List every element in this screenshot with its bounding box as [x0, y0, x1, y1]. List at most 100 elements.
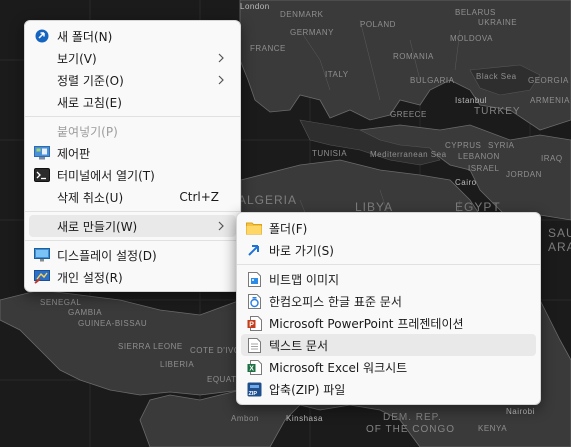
map-label: ITALY: [325, 70, 349, 79]
map-label: GERMANY: [290, 28, 334, 37]
map-label: BELARUS: [455, 8, 496, 17]
chevron-right-icon: [218, 75, 224, 85]
map-label: TURKEY: [474, 106, 521, 117]
control-panel-label: 제어판: [57, 146, 91, 161]
map-label: CYPRUS: [445, 141, 482, 150]
map-label: IRAQ: [541, 154, 563, 163]
text-document-label: 텍스트 문서: [269, 338, 329, 353]
personalize-icon: [34, 269, 50, 285]
map-label: LEBANON: [458, 152, 500, 161]
map-label: Istanbul: [455, 96, 488, 105]
map-label: EQUAT: [207, 375, 237, 384]
new-item[interactable]: 새로 만들기(W): [29, 215, 236, 237]
map-label: Mediterranean Sea: [370, 150, 447, 159]
bitmap-icon: [246, 271, 262, 287]
terminal-icon: [34, 167, 50, 183]
new-text-document-item[interactable]: 텍스트 문서: [241, 334, 536, 356]
svg-text:X: X: [249, 365, 254, 372]
map-label: MOLDOVA: [450, 34, 493, 43]
open-in-terminal-label: 터미널에서 열기(T): [57, 168, 155, 183]
chevron-right-icon: [218, 53, 224, 63]
paste-item: 붙여넣기(P): [29, 120, 236, 142]
map-label: London: [240, 2, 270, 11]
map-label: ARMENIA: [530, 96, 570, 105]
refresh-label: 새로 고침(E): [57, 95, 122, 110]
map-label: SIERRA LEONE: [118, 342, 183, 351]
refresh-item[interactable]: 새로 고침(E): [29, 91, 236, 113]
view-label: 보기(V): [57, 51, 97, 66]
new-bitmap-item[interactable]: 비트맵 이미지: [241, 268, 536, 290]
chevron-right-icon: [218, 221, 224, 231]
menu-separator: [25, 116, 240, 117]
desktop-context-menu: 새 폴더(N) 보기(V) 정렬 기준(O) 새로 고침(E) 붙여넣기(P) …: [24, 20, 241, 292]
shortcut-label: 바로 가기(S): [269, 243, 334, 258]
excel-icon: X: [246, 359, 262, 375]
svg-text:ZIP: ZIP: [248, 391, 257, 397]
zip-icon: ZIP: [246, 381, 262, 397]
map-label: SAU: [548, 226, 571, 240]
view-item[interactable]: 보기(V): [29, 47, 236, 69]
map-label: Black Sea: [476, 72, 517, 81]
map-label: DENMARK: [280, 10, 324, 19]
map-label: SYRIA: [488, 141, 515, 150]
powerpoint-icon: P: [246, 315, 262, 331]
zip-label: 압축(ZIP) 파일: [269, 382, 346, 397]
map-label: ISRAEL: [468, 164, 500, 173]
sort-by-item[interactable]: 정렬 기준(O): [29, 69, 236, 91]
display-settings-item[interactable]: 디스플레이 설정(D): [29, 244, 236, 266]
display-settings-label: 디스플레이 설정(D): [57, 248, 157, 263]
new-label: 새로 만들기(W): [57, 219, 138, 234]
menu-separator: [25, 240, 240, 241]
personalize-label: 개인 설정(R): [57, 270, 123, 285]
shortcut-arrow-icon: [246, 242, 262, 258]
map-label: Cairo: [455, 178, 477, 187]
map-label: OF THE CONGO: [366, 424, 456, 435]
map-label: GAMBIA: [68, 308, 103, 317]
new-submenu: 폴더(F) 바로 가기(S) 비트맵 이미지 한컴오피스 한글 표준 문서 P …: [236, 212, 541, 405]
menu-separator: [25, 211, 240, 212]
display-settings-icon: [34, 247, 50, 263]
menu-separator: [237, 264, 540, 265]
map-label: Kinshasa: [286, 414, 323, 423]
personalize-item[interactable]: 개인 설정(R): [29, 266, 236, 288]
map-label: LIBERIA: [160, 360, 195, 369]
bitmap-label: 비트맵 이미지: [269, 272, 340, 287]
map-label: GREECE: [390, 110, 427, 119]
map-label: BULGARIA: [410, 76, 455, 85]
folder-icon: [246, 220, 262, 236]
powerpoint-label: Microsoft PowerPoint 프레젠테이션: [269, 316, 464, 331]
control-panel-item[interactable]: 제어판: [29, 142, 236, 164]
new-folder-item[interactable]: 새 폴더(N): [29, 25, 236, 47]
new-excel-item[interactable]: X Microsoft Excel 워크시트: [241, 356, 536, 378]
hwp-label: 한컴오피스 한글 표준 문서: [269, 294, 402, 309]
paste-label: 붙여넣기(P): [57, 124, 118, 139]
map-label: GUINEA-BISSAU: [78, 319, 148, 328]
new-folder-sub-item[interactable]: 폴더(F): [241, 217, 536, 239]
map-label: SENEGAL: [40, 298, 82, 307]
map-label: Ambon: [231, 414, 259, 423]
new-powerpoint-item[interactable]: P Microsoft PowerPoint 프레젠테이션: [241, 312, 536, 334]
map-label: JORDAN: [506, 170, 542, 179]
map-label: KENYA: [478, 424, 508, 433]
map-label: FRANCE: [250, 44, 286, 53]
map-label: TUNISIA: [312, 149, 348, 158]
map-label: GEORGIA: [528, 76, 569, 85]
undo-delete-label: 삭제 취소(U): [57, 190, 124, 205]
new-zip-item[interactable]: ZIP 압축(ZIP) 파일: [241, 378, 536, 400]
map-label: ARA: [548, 240, 571, 254]
undo-delete-item[interactable]: 삭제 취소(U) Ctrl+Z: [29, 186, 236, 208]
new-hwp-item[interactable]: 한컴오피스 한글 표준 문서: [241, 290, 536, 312]
undo-shortcut: Ctrl+Z: [179, 190, 219, 204]
map-label: UKRAINE: [478, 18, 518, 27]
map-label: ALGERIA: [238, 193, 298, 207]
excel-label: Microsoft Excel 워크시트: [269, 360, 408, 375]
control-panel-icon: [34, 145, 50, 161]
map-label: Nairobi: [506, 407, 535, 416]
map-label: POLAND: [360, 20, 396, 29]
new-shortcut-item[interactable]: 바로 가기(S): [241, 239, 536, 261]
svg-text:P: P: [249, 321, 254, 328]
map-label: DEM. REP.: [383, 412, 442, 423]
map-label: ROMANIA: [393, 52, 434, 61]
open-in-terminal-item[interactable]: 터미널에서 열기(T): [29, 164, 236, 186]
new-folder-label: 새 폴더(N): [57, 29, 113, 44]
